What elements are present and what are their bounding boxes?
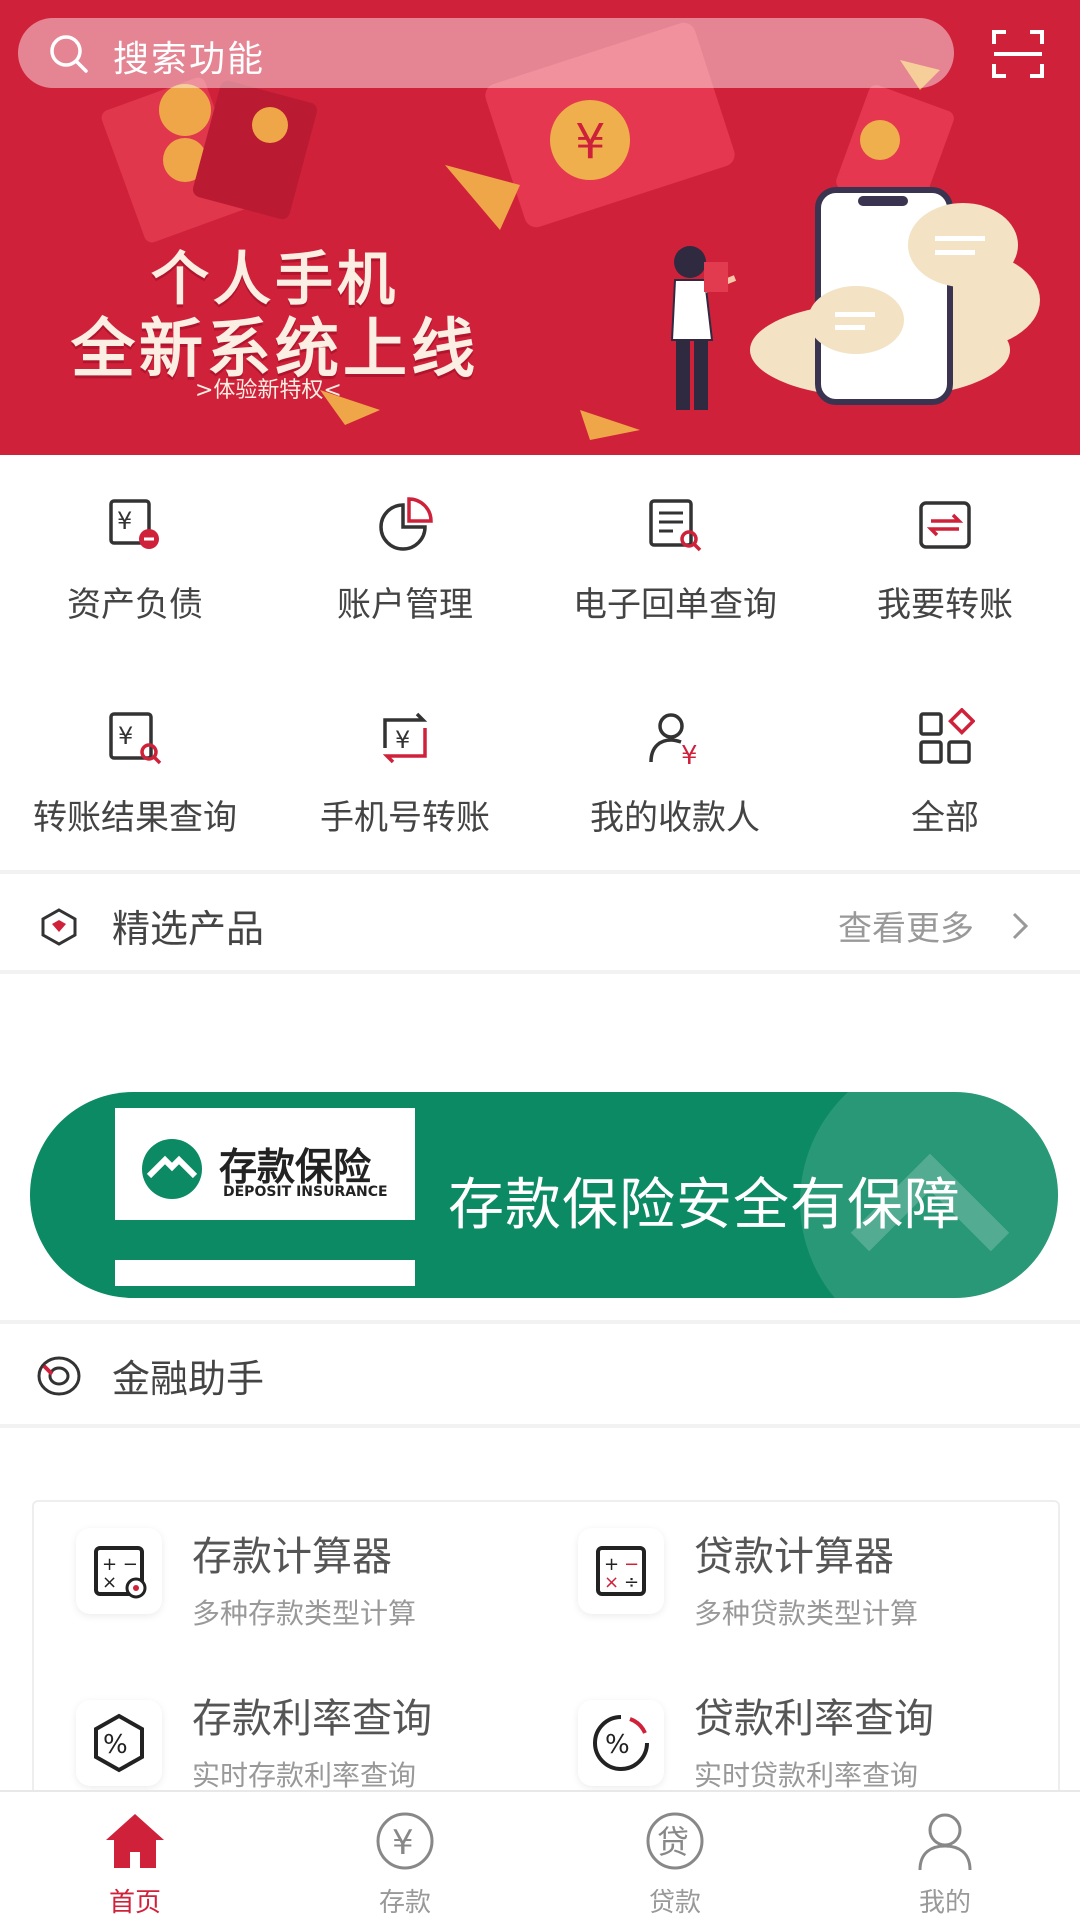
quick-action-label: 我要转账	[877, 585, 1013, 625]
user-icon	[918, 1813, 972, 1871]
finance-assistant-header: 金融助手	[0, 1324, 1080, 1424]
divider	[0, 1424, 1080, 1428]
svg-text:%: %	[605, 1730, 630, 1760]
quick-action-transfer[interactable]: 我要转账	[810, 455, 1080, 655]
svg-text:¥: ¥	[395, 726, 410, 754]
deposit-card-stripe	[115, 1220, 415, 1260]
tool-title: 贷款利率查询	[694, 1696, 934, 1742]
banner-cta[interactable]: >体验新特权<	[195, 372, 342, 404]
divider	[0, 970, 1080, 974]
all-apps-icon	[919, 708, 975, 764]
finance-assistant-icon	[37, 1356, 81, 1396]
product-cube-icon	[41, 908, 77, 946]
loan-rate-query[interactable]: % 贷款利率查询 实时贷款利率查询	[562, 1680, 1032, 1790]
svg-text:×: ×	[102, 1572, 117, 1593]
receipt-search-icon	[649, 499, 702, 552]
quick-action-asset-liability[interactable]: ¥ 资产负债	[0, 455, 270, 655]
svg-text:¥: ¥	[392, 1823, 414, 1863]
search-bar[interactable]: 搜索功能	[18, 18, 954, 88]
bottom-tab-bar: 首页 ¥ 存款 贷 贷款 我的	[0, 1790, 1080, 1922]
quick-action-label: 电子回单查询	[573, 585, 777, 625]
promo-banner[interactable]: ¥ 搜索功能 个人手机 全新系统上线 >体验新特权<	[0, 0, 1080, 455]
view-more-link[interactable]: 查看更多	[838, 901, 974, 950]
loan-rate-icon-box: %	[578, 1700, 664, 1786]
search-placeholder: 搜索功能	[113, 39, 266, 80]
quick-action-label: 资产负债	[67, 585, 203, 625]
quick-action-receipt-search[interactable]: 电子回单查询	[540, 455, 810, 655]
deposit-calculator-icon-box: + − ×	[76, 1528, 162, 1614]
deposit-rate-icon: %	[94, 1713, 144, 1773]
finance-assistant-title: 金融助手	[112, 1357, 265, 1401]
loan-coin-icon: 贷	[646, 1812, 704, 1870]
tab-deposit[interactable]: ¥ 存款	[270, 1792, 540, 1922]
tab-label: 我的	[918, 1888, 971, 1918]
quick-action-transfer-result[interactable]: ¥ 转账结果查询	[0, 668, 270, 868]
loan-calculator[interactable]: + − × ÷ 贷款计算器 多种贷款类型计算	[562, 1508, 1032, 1658]
quick-action-all[interactable]: 全部	[810, 668, 1080, 868]
svg-text:¥: ¥	[117, 507, 132, 535]
quick-action-account-management[interactable]: 账户管理	[270, 455, 540, 655]
svg-text:÷: ÷	[624, 1572, 639, 1593]
deposit-insurance-card-title: 存款保险	[219, 1145, 372, 1189]
quick-action-label: 账户管理	[337, 585, 473, 625]
yuan-coin-icon: ¥	[376, 1812, 434, 1870]
quick-action-label: 手机号转账	[320, 798, 490, 838]
quick-action-phone-transfer[interactable]: ¥ 手机号转账	[270, 668, 540, 868]
asset-liability-icon: ¥	[109, 499, 159, 549]
scan-icon[interactable]	[990, 28, 1046, 80]
tab-label: 首页	[108, 1888, 161, 1918]
featured-products-header[interactable]: 精选产品 查看更多	[0, 874, 1080, 974]
svg-text:¥: ¥	[575, 114, 606, 170]
featured-products-title: 精选产品	[112, 907, 265, 951]
svg-text:×: ×	[604, 1572, 619, 1593]
deposit-rate-icon-box: %	[76, 1700, 162, 1786]
quick-action-payee[interactable]: ¥ 我的收款人	[540, 668, 810, 868]
transfer-result-search-icon: ¥	[109, 712, 162, 765]
tab-mine[interactable]: 我的	[810, 1792, 1080, 1922]
svg-text:%: %	[103, 1730, 128, 1760]
deposit-insurance-card-subtitle: DEPOSIT INSURANCE	[223, 1184, 388, 1200]
quick-action-label: 全部	[911, 798, 979, 838]
tab-loan[interactable]: 贷 贷款	[540, 1792, 810, 1922]
svg-text:贷: 贷	[657, 1823, 689, 1861]
deposit-calculator[interactable]: + − × 存款计算器 多种存款类型计算	[60, 1508, 530, 1658]
deposit-calculator-icon: + − ×	[94, 1546, 147, 1599]
loan-rate-icon: %	[593, 1715, 649, 1771]
tool-title: 存款计算器	[192, 1534, 392, 1580]
quick-action-label: 我的收款人	[590, 798, 760, 838]
tool-subtitle: 实时存款利率查询	[192, 1759, 417, 1790]
tool-subtitle: 多种存款类型计算	[192, 1597, 417, 1630]
quick-action-label: 转账结果查询	[33, 798, 237, 838]
deposit-insurance-logo	[142, 1139, 202, 1199]
deposit-insurance-slogan: 存款保险安全有保障	[448, 1173, 961, 1238]
svg-text:¥: ¥	[681, 741, 698, 768]
tab-home[interactable]: 首页	[0, 1792, 270, 1922]
chevron-right-icon	[1012, 912, 1029, 940]
tool-title: 存款利率查询	[192, 1696, 432, 1742]
transfer-icon	[919, 501, 971, 549]
loan-calculator-icon: + − × ÷	[596, 1546, 646, 1596]
deposit-rate-query[interactable]: % 存款利率查询 实时存款利率查询	[60, 1680, 530, 1790]
deposit-insurance-logo-card: 存款保险 DEPOSIT INSURANCE	[115, 1108, 415, 1286]
tool-title: 贷款计算器	[694, 1534, 894, 1580]
pie-chart-icon	[379, 497, 433, 551]
payee-icon: ¥	[649, 713, 698, 768]
tab-label: 存款	[378, 1888, 431, 1918]
tool-subtitle: 多种贷款类型计算	[694, 1597, 919, 1630]
home-icon	[106, 1814, 164, 1868]
loan-calculator-icon-box: + − × ÷	[578, 1528, 664, 1614]
search-icon	[50, 35, 88, 73]
tool-subtitle: 实时贷款利率查询	[694, 1759, 919, 1790]
phone-transfer-icon: ¥	[382, 712, 428, 764]
svg-text:¥: ¥	[118, 722, 133, 750]
tab-label: 贷款	[648, 1888, 701, 1918]
